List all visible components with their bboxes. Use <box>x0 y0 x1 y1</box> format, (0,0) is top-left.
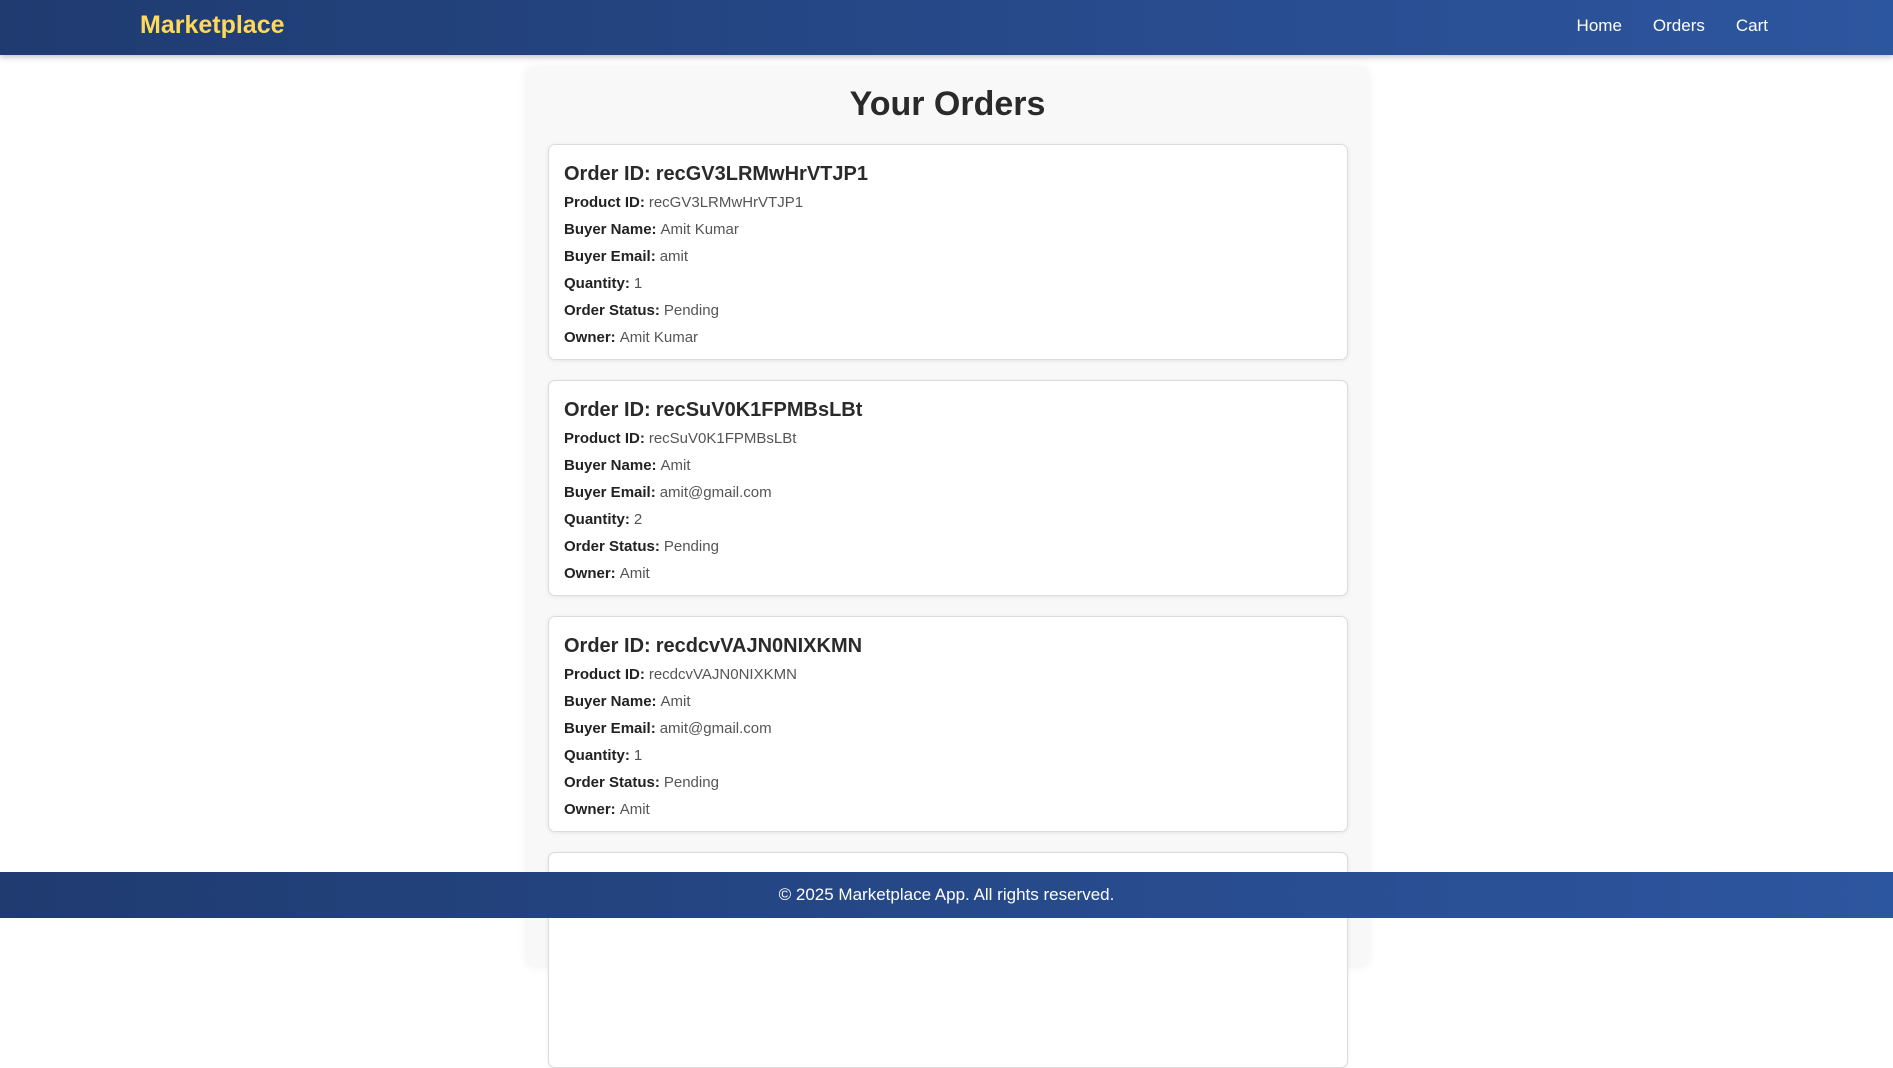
order-id-label: Order ID: <box>564 163 651 185</box>
order-status-label: Order Status: <box>564 774 660 791</box>
owner-field: Owner: Amit Kumar <box>564 324 1332 351</box>
owner-label: Owner: <box>564 565 616 582</box>
buyer-name-label: Buyer Name: <box>564 221 657 238</box>
navbar: Marketplace Home Orders Cart <box>0 0 1893 55</box>
page-title: Your Orders <box>849 85 1046 123</box>
owner-field: Owner: Amit <box>564 796 1332 823</box>
product-id-label: Product ID: <box>564 430 645 447</box>
buyer-email-field: Buyer Email: amit@gmail.com <box>564 479 1332 506</box>
owner-label: Owner: <box>564 801 616 818</box>
order-status-field: Order Status: Pending <box>564 533 1332 560</box>
order-card: Order ID: recGV3LRMwHrVTJP1 Product ID: re… <box>548 144 1348 360</box>
order-title: Order ID: recSuV0K1FPMBsLBt <box>564 395 1332 425</box>
footer: © 2025 Marketplace App. All rights reser… <box>0 872 1893 918</box>
product-id-field: Product ID: recdcvVAJN0NIXKMN <box>564 661 1332 688</box>
owner-field: Owner: Amit <box>564 560 1332 587</box>
order-title: Order ID: recdcvVAJN0NIXKMN <box>564 631 1332 661</box>
order-status-value: Pending <box>663 774 719 791</box>
quantity-label: Quantity: <box>564 747 630 764</box>
buyer-name-field: Buyer Name: Amit Kumar <box>564 216 1332 243</box>
order-status-value: Pending <box>663 302 719 319</box>
buyer-name-value: Amit <box>660 693 691 710</box>
order-id-value: recSuV0K1FPMBsLBt <box>655 399 863 421</box>
order-status-value: Pending <box>663 538 719 555</box>
order-status-label: Order Status: <box>564 538 660 555</box>
quantity-field: Quantity: 1 <box>564 270 1332 297</box>
buyer-name-value: Amit Kumar <box>660 221 739 238</box>
order-id-value: recdcvVAJN0NIXKMN <box>655 635 863 657</box>
buyer-email-value: amit@gmail.com <box>659 484 772 501</box>
buyer-name-label: Buyer Name: <box>564 693 657 710</box>
buyer-email-value: amit <box>659 248 689 265</box>
order-id-label: Order ID: <box>564 635 651 657</box>
product-id-label: Product ID: <box>564 194 645 211</box>
order-id-label: Order ID: <box>564 399 651 421</box>
buyer-email-label: Buyer Email: <box>564 720 656 737</box>
quantity-value: 1 <box>633 747 643 764</box>
buyer-email-value: amit@gmail.com <box>659 720 772 737</box>
buyer-name-field: Buyer Name: Amit <box>564 688 1332 715</box>
quantity-label: Quantity: <box>564 275 630 292</box>
nav-links: Home Orders Cart <box>1577 16 1768 36</box>
brand-logo[interactable]: Marketplace <box>140 11 285 40</box>
quantity-value: 1 <box>633 275 643 292</box>
quantity-value: 2 <box>633 511 643 528</box>
buyer-name-field: Buyer Name: Amit <box>564 452 1332 479</box>
order-card: Order ID: recdcvVAJN0NIXKMN Product ID: re… <box>548 616 1348 832</box>
buyer-email-label: Buyer Email: <box>564 484 656 501</box>
nav-cart-link[interactable]: Cart <box>1736 16 1768 36</box>
quantity-field: Quantity: 2 <box>564 506 1332 533</box>
order-title: Order ID: recGV3LRMwHrVTJP1 <box>564 159 1332 189</box>
buyer-name-label: Buyer Name: <box>564 457 657 474</box>
owner-value: Amit Kumar <box>619 329 699 346</box>
buyer-email-label: Buyer Email: <box>564 248 656 265</box>
order-status-field: Order Status: Pending <box>564 297 1332 324</box>
product-id-field: Product ID: recSuV0K1FPMBsLBt <box>564 425 1332 452</box>
product-id-value: recdcvVAJN0NIXKMN <box>648 666 797 683</box>
product-id-value: recGV3LRMwHrVTJP1 <box>648 194 804 211</box>
nav-home-link[interactable]: Home <box>1577 16 1622 36</box>
order-status-field: Order Status: Pending <box>564 769 1332 796</box>
owner-label: Owner: <box>564 329 616 346</box>
quantity-field: Quantity: 1 <box>564 742 1332 769</box>
order-id-value: recGV3LRMwHrVTJP1 <box>655 163 868 185</box>
nav-orders-link[interactable]: Orders <box>1653 16 1705 36</box>
product-id-field: Product ID: recGV3LRMwHrVTJP1 <box>564 189 1332 216</box>
owner-value: Amit <box>619 801 650 818</box>
order-card: Order ID: recSuV0K1FPMBsLBt Product ID: re… <box>548 380 1348 596</box>
orders-container: Your Orders Order ID: recGV3LRMwHrVTJP1 P… <box>526 67 1369 1068</box>
product-id-value: recSuV0K1FPMBsLBt <box>648 430 797 447</box>
buyer-name-value: Amit <box>660 457 691 474</box>
buyer-email-field: Buyer Email: amit@gmail.com <box>564 715 1332 742</box>
quantity-label: Quantity: <box>564 511 630 528</box>
owner-value: Amit <box>619 565 650 582</box>
product-id-label: Product ID: <box>564 666 645 683</box>
buyer-email-field: Buyer Email: amit <box>564 243 1332 270</box>
order-status-label: Order Status: <box>564 302 660 319</box>
